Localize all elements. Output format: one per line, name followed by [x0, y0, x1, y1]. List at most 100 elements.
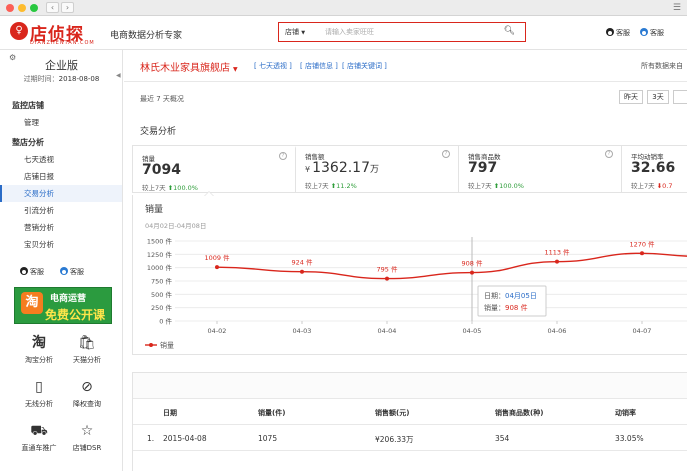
- collapse-sidebar-icon[interactable]: ◀: [116, 72, 121, 79]
- tool-tmall-analysis[interactable]: 🛍︎ 天猫分析: [62, 334, 112, 374]
- sidebar-item-seven-day[interactable]: 七天透视: [0, 151, 122, 168]
- trade-table: 日期 销量(件) 销售额(元) 销售商品数(种) 动销率 1. 2015-04-…: [132, 372, 687, 471]
- sidebar-item-manage[interactable]: 管理: [0, 114, 122, 131]
- mobile-icon: ▯: [35, 379, 43, 395]
- x-tick-label: 04-03: [293, 327, 312, 335]
- sidebar-item-daily-report[interactable]: 店铺日报: [0, 168, 122, 185]
- help-icon[interactable]: ?: [279, 152, 287, 160]
- tooltip-date-value: 04月05日: [505, 292, 537, 300]
- data-point: [470, 270, 474, 275]
- tool-demotion-query[interactable]: ⊘ 降权查询: [62, 378, 112, 418]
- menu-icon[interactable]: ☰: [673, 3, 681, 13]
- shop-bar: 林氏木业家具旗舰店 ▼ [ 七天透视 ] [ 店铺信息 ] [ 店铺关键词 ] 所…: [124, 50, 687, 82]
- sales-line-chart[interactable]: 0 件 250 件 500 件 750 件 1000 件 1250 件 1500 件 04-0…: [133, 195, 687, 355]
- sidebar-service-2[interactable]: 客服: [60, 267, 84, 277]
- edition-label: 企业版: [45, 59, 78, 72]
- tool-mobile-analysis[interactable]: ▯ 无线分析: [14, 378, 64, 418]
- free-course-banner[interactable]: 淘 电商运营 免费公开课: [14, 287, 112, 324]
- caret-down-icon: ▼: [301, 30, 306, 36]
- overview-label: 最近 7 天概况: [140, 95, 184, 103]
- wangwang-icon: [640, 28, 648, 36]
- data-point: [300, 269, 304, 274]
- section-title: 交易分析: [140, 127, 177, 137]
- data-point: [215, 265, 219, 270]
- col-sales[interactable]: 销量(件): [258, 408, 285, 418]
- range-3days-button[interactable]: 3天: [647, 90, 669, 104]
- x-tick-label: 04-07: [633, 327, 652, 335]
- metric-card-sold-items[interactable]: 销售商品数 ? 797 较上7天 ⬆100.0%: [459, 146, 622, 192]
- metric-card-sell-through-rate[interactable]: 平均动销率 32.66 较上7天 ⬇0.7: [622, 146, 687, 192]
- header-service-2[interactable]: 客服: [640, 28, 664, 38]
- qq-icon: [20, 267, 28, 275]
- y-tick-label: 750 件: [151, 277, 172, 286]
- maximize-window-button[interactable]: [30, 4, 38, 12]
- table-row: 1. 2015-04-08 1075 ¥206.33万 354 33.05%: [133, 425, 687, 451]
- caret-down-icon: ▼: [233, 66, 238, 73]
- col-date[interactable]: 日期: [163, 408, 177, 418]
- sidebar-service-1[interactable]: 客服: [20, 267, 44, 277]
- star-icon: ☆: [80, 423, 94, 439]
- tooltip-value-number: 908 件: [505, 303, 528, 312]
- tooltip-date: 日期：04月05日: [484, 292, 537, 300]
- expire-info: 过期时间：2018-08-08: [23, 75, 100, 83]
- legend-label: 销量: [160, 341, 174, 350]
- car-icon: ⛟: [30, 423, 48, 439]
- y-tick-label: 0 件: [159, 317, 172, 326]
- search-input[interactable]: [325, 26, 495, 38]
- link-seven-day[interactable]: [ 七天透视 ]: [254, 61, 292, 71]
- x-tick-label: 04-02: [208, 327, 227, 335]
- link-shop-info[interactable]: [ 店铺信息 ]: [300, 61, 338, 71]
- qq-icon: [606, 28, 614, 36]
- ban-icon: ⊘: [81, 379, 93, 395]
- col-items[interactable]: 销售商品数(种): [495, 408, 543, 418]
- minimize-window-button[interactable]: [18, 4, 26, 12]
- main-content: 林氏木业家具旗舰店 ▼ [ 七天透视 ] [ 店铺信息 ] [ 店铺关键词 ] 所…: [124, 50, 687, 471]
- sidebar-item-trade-analysis[interactable]: 交易分析: [0, 185, 122, 202]
- link-shop-keywords[interactable]: [ 店铺关键词 ]: [342, 61, 387, 71]
- sidebar-item-traffic-analysis[interactable]: 引流分析: [0, 202, 122, 219]
- range-yesterday-button[interactable]: 昨天: [619, 90, 643, 104]
- search-icon[interactable]: 🔍︎: [504, 26, 515, 36]
- x-tick-label: 04-04: [378, 327, 397, 335]
- tooltip-value: 销量：908 件: [484, 303, 528, 312]
- logo-subtext: DIANZHENTAN.COM: [30, 40, 95, 46]
- search-bar: 店铺 ▼ 🔍︎: [278, 22, 526, 42]
- metric-card-sales-volume[interactable]: 销量 ? 7094 较上7天 ⬆100.0%: [133, 146, 296, 192]
- close-window-button[interactable]: [6, 4, 14, 12]
- sales-chart-panel: 销量 04月02日-04月08日 0 件 250 件 500 件 750 件 1000 …: [132, 195, 687, 355]
- data-label: 908 件: [462, 259, 483, 268]
- table-header-row: 日期 销量(件) 销售额(元) 销售商品数(种) 动销率: [133, 399, 687, 425]
- y-tick-label: 1500 件: [147, 237, 173, 246]
- col-amount[interactable]: 销售额(元): [375, 408, 409, 418]
- tool-shop-dsr[interactable]: ☆ 店铺DSR: [62, 422, 112, 462]
- forward-button[interactable]: ›: [61, 2, 74, 13]
- tool-taobao-analysis[interactable]: 淘 淘宝分析: [14, 334, 64, 374]
- taobao-logo-icon: 淘: [21, 292, 43, 314]
- wangwang-icon: [60, 267, 68, 275]
- metric-cards: 销量 ? 7094 较上7天 ⬆100.0% 销售额 ? ¥1362.17万 较…: [132, 145, 687, 193]
- help-icon[interactable]: ?: [442, 150, 450, 158]
- sidebar-item-marketing-analysis[interactable]: 营销分析: [0, 219, 122, 236]
- tmall-icon: 🛍︎: [78, 335, 96, 351]
- col-rate[interactable]: 动销率: [615, 408, 636, 418]
- range-7days-button[interactable]: [673, 90, 687, 104]
- shop-selector[interactable]: 林氏木业家具旗舰店 ▼: [140, 59, 238, 74]
- sidebar-section-shop-analysis: 整店分析: [12, 138, 44, 147]
- taobao-icon: 淘: [32, 335, 46, 351]
- tool-ztc-promotion[interactable]: ⛟ 直通车推广: [14, 422, 64, 462]
- sidebar-section-monitor: 监控店铺: [12, 101, 44, 110]
- y-tick-label: 1250 件: [147, 250, 173, 259]
- back-button[interactable]: ‹: [46, 2, 59, 13]
- header-service-1[interactable]: 客服: [606, 28, 630, 38]
- search-category-select[interactable]: 店铺 ▼: [285, 27, 305, 37]
- data-label: 924 件: [292, 258, 313, 267]
- site-header: ♀ 店侦探 DIANZHENTAN.COM 电商数据分析专家 店铺 ▼ 🔍︎ 客…: [0, 16, 687, 50]
- metric-card-sales-amount[interactable]: 销售额 ? ¥1362.17万 较上7天 ⬆11.2%: [296, 146, 459, 192]
- site-logo[interactable]: ♀ 店侦探 DIANZHENTAN.COM: [10, 19, 105, 47]
- data-label: 795 件: [377, 265, 398, 274]
- x-tick-label: 04-05: [463, 327, 482, 335]
- help-icon[interactable]: ?: [605, 150, 613, 158]
- logo-mark-icon: ♀: [10, 22, 28, 40]
- sidebar-item-product-analysis[interactable]: 宝贝分析: [0, 236, 122, 253]
- sales-series-line: [216, 252, 687, 280]
